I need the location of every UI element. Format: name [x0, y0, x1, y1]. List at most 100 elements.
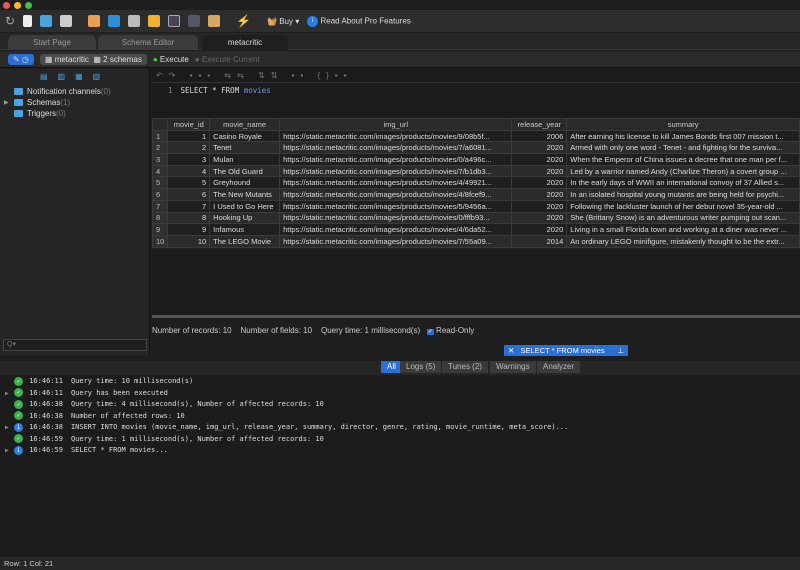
expand-arrow-icon[interactable]: ▶	[4, 99, 9, 106]
column-header-movie_id[interactable]: movie_id	[167, 118, 211, 131]
row-number[interactable]: 7	[151, 199, 169, 213]
log-tab-all[interactable]: All	[381, 361, 402, 373]
cell-release_year[interactable]: 2020	[511, 199, 568, 213]
cell-movie_name[interactable]: The Old Guard	[209, 164, 281, 178]
cell-summary[interactable]: Led by a warrior named Andy (Charlize Th…	[566, 164, 800, 178]
execute-current-button[interactable]: ● Execute Current	[195, 55, 260, 64]
horizontal-scrollbar[interactable]	[152, 315, 800, 318]
cell-release_year[interactable]: 2020	[511, 141, 568, 155]
cell-release_year[interactable]: 2014	[511, 234, 568, 248]
column-header-summary[interactable]: summary	[566, 118, 800, 131]
cell-release_year[interactable]: 2020	[511, 176, 568, 190]
editor-toolbar-icons[interactable]: ↶↷ ▪▪▪ ⇆⇆ ⇅⇅ ▪▪ {}▪▪	[156, 71, 353, 80]
row-number[interactable]: 8	[151, 211, 169, 225]
log-tab-warnings[interactable]: Warnings	[490, 361, 536, 373]
table-row[interactable]: 9 9 Infamous https://static.metacritic.com/…	[151, 223, 800, 236]
log-entry[interactable]: ▶ ✓ 16:46:11 Query has been executed	[5, 388, 168, 399]
zoom-window-button[interactable]	[25, 2, 32, 9]
close-window-button[interactable]	[3, 2, 10, 9]
sidebar-search-input[interactable]: Q▾	[3, 339, 147, 351]
cell-movie_name[interactable]: The New Mutants	[209, 188, 281, 201]
cell-summary[interactable]: Armed with only one word - Tenet - and f…	[566, 141, 800, 155]
table-row[interactable]: 6 6 The New Mutants https://static.metacrit…	[151, 188, 800, 201]
cell-movie_name[interactable]: Casino Royale	[209, 129, 281, 143]
cell-summary[interactable]: Living in a small Florida town and worki…	[566, 223, 800, 236]
log-tab-analyzer[interactable]: Analyzer	[537, 361, 581, 373]
chart-icon[interactable]	[148, 15, 161, 27]
cell-img_url[interactable]: https://static.metacritic.com/images/pro…	[279, 176, 513, 190]
row-number[interactable]: 9	[151, 223, 169, 236]
column-header-release_year[interactable]: release_year	[511, 118, 568, 131]
cell-img_url[interactable]: https://static.metacritic.com/images/pro…	[279, 211, 513, 225]
table-row[interactable]: 4 4 The Old Guard https://static.metacritic…	[151, 164, 800, 178]
log-tab-logs[interactable]: Logs (5)	[400, 361, 442, 373]
cell-img_url[interactable]: https://static.metacritic.com/images/pro…	[279, 153, 513, 166]
buy-button[interactable]: 🧺 Buy ▾	[267, 17, 299, 26]
cell-img_url[interactable]: https://static.metacritic.com/images/pro…	[279, 223, 513, 236]
cell-movie_id[interactable]: 2	[167, 141, 211, 155]
cell-movie_id[interactable]: 5	[167, 176, 211, 190]
cell-movie_id[interactable]: 4	[167, 164, 211, 178]
cell-img_url[interactable]: https://static.metacritic.com/images/pro…	[279, 129, 513, 143]
table-row[interactable]: 8 8 Hooking Up https://static.metacritic.co…	[151, 211, 800, 225]
row-number[interactable]: 2	[151, 141, 169, 155]
table-row[interactable]: 2 2 Tenet https://static.metacritic.com/ima…	[151, 141, 800, 155]
cell-release_year[interactable]: 2020	[511, 211, 568, 225]
cell-release_year[interactable]: 2020	[511, 164, 568, 178]
tab-metacritic[interactable]: metacritic	[202, 35, 288, 50]
column-header-img_url[interactable]: img_url	[279, 118, 513, 131]
log-entry[interactable]: ✓ 16:46:59 Query time: 1 millisecond(s), …	[5, 434, 324, 445]
book-icon[interactable]	[208, 15, 221, 27]
cell-summary[interactable]: Following the lackluster launch of her d…	[566, 199, 800, 213]
new-file-icon[interactable]	[23, 15, 33, 27]
row-number[interactable]: 6	[151, 188, 169, 201]
log-entry[interactable]: ✓ 16:46:38 Number of affected rows: 10	[5, 411, 185, 422]
schema-icon[interactable]	[108, 15, 121, 27]
tab-start-page[interactable]: Start Page	[8, 35, 96, 50]
cell-release_year[interactable]: 2020	[511, 188, 568, 201]
cell-movie_id[interactable]: 1	[167, 129, 211, 143]
cell-release_year[interactable]: 2020	[511, 153, 568, 166]
table-row[interactable]: 1 1 Casino Royale https://static.metacritic…	[151, 129, 800, 143]
save-icon[interactable]	[60, 15, 73, 27]
cell-movie_id[interactable]: 10	[167, 234, 211, 248]
pin-icon[interactable]: ⊥	[617, 345, 624, 356]
cell-summary[interactable]: When the Emperor of China issues a decre…	[566, 153, 800, 166]
cell-release_year[interactable]: 2020	[511, 223, 568, 236]
sidebar-item-schemas[interactable]: Schemas(1)	[14, 98, 70, 107]
log-entry[interactable]: ✓ 16:46:38 Query time: 4 millisecond(s), …	[5, 399, 324, 410]
sql-editor[interactable]: ↶↷ ▪▪▪ ⇆⇆ ⇅⇅ ▪▪ {}▪▪ 1 SELECT * FROM movi…	[152, 69, 800, 117]
query-result-tab[interactable]: ✕ SELECT * FROM movies ⊥	[504, 345, 628, 356]
cell-movie_name[interactable]: Hooking Up	[209, 211, 281, 225]
table-row[interactable]: 10 10 The LEGO Movie https://static.metacri…	[151, 234, 800, 248]
log-entry[interactable]: ▶ i 16:46:38 INSERT INTO movies (movie_nam…	[5, 422, 568, 433]
tab-schema-editor[interactable]: Schema Editor	[98, 35, 198, 50]
sql-icon[interactable]	[128, 15, 141, 27]
plug-icon[interactable]: ⚡	[236, 14, 251, 28]
cell-summary[interactable]: In the early days of WWII an internation…	[566, 176, 800, 190]
sidebar-item-notification-channels[interactable]: Notification channels(0)	[14, 87, 111, 96]
cell-movie_name[interactable]: Mulan	[209, 153, 281, 166]
cell-movie_id[interactable]: 6	[167, 188, 211, 201]
cell-img_url[interactable]: https://static.metacritic.com/images/pro…	[279, 164, 513, 178]
open-folder-icon[interactable]	[40, 15, 53, 27]
cell-movie_id[interactable]: 3	[167, 153, 211, 166]
connection-selector[interactable]: ▦ metacritic ▦ 2 schemas	[39, 53, 147, 65]
refresh-icon[interactable]: ↻	[5, 14, 15, 28]
edit-mode-toggle[interactable]: ✎ ◷	[8, 53, 34, 65]
column-header-movie_name[interactable]: movie_name	[209, 118, 281, 131]
cell-summary[interactable]: After earning his license to kill James …	[566, 129, 800, 143]
cell-movie_id[interactable]: 8	[167, 211, 211, 225]
expand-arrow-icon[interactable]: ▶	[5, 422, 14, 433]
cell-img_url[interactable]: https://static.metacritic.com/images/pro…	[279, 234, 513, 248]
execute-button[interactable]: ● Execute	[153, 55, 189, 64]
home-icon[interactable]	[88, 15, 101, 27]
row-number[interactable]: 4	[151, 164, 169, 178]
table-row[interactable]: 77I Used to Go Here https://static.metacr…	[151, 199, 800, 213]
cell-img_url[interactable]: https://static.metacritic.com/images/pro…	[279, 141, 513, 155]
sidebar-item-triggers[interactable]: Triggers(0)	[14, 109, 66, 118]
table-row[interactable]: 3 3 Mulan https://static.metacritic.com/ima…	[151, 153, 800, 166]
cell-img_url[interactable]: https://static.metacritic.com/images/pro…	[279, 199, 513, 213]
minimize-window-button[interactable]	[14, 2, 21, 9]
cell-movie_name[interactable]: I Used to Go Here	[209, 199, 281, 213]
